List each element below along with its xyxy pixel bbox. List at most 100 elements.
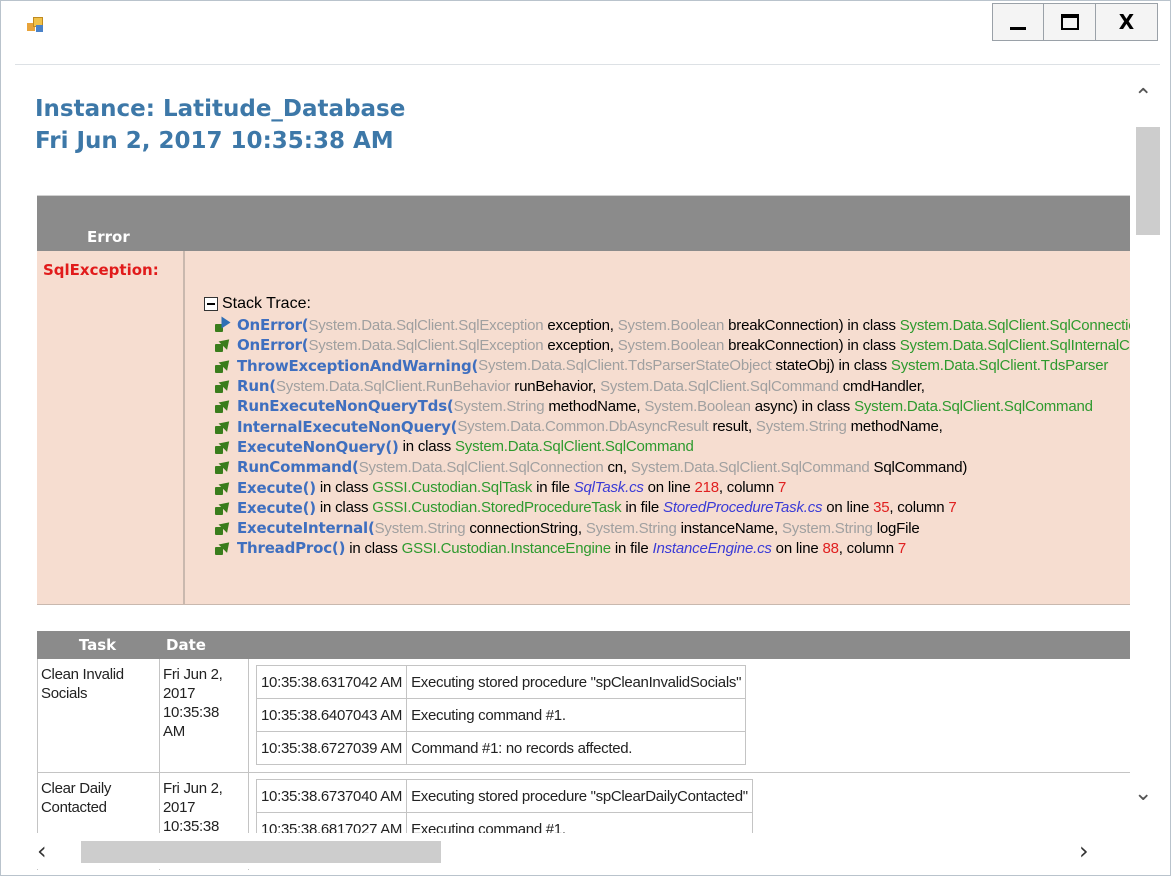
date-column-header: Date	[166, 636, 206, 654]
stack-frame-ty: System.Data.SqlClient.RunBehavior	[275, 377, 515, 395]
stack-frame-list: OnError(System.Data.SqlClient.SqlExcepti…	[202, 315, 1132, 559]
stack-frame[interactable]: ExecuteInternal(System.String connection…	[202, 518, 1132, 538]
stack-frame-tx: result,	[712, 418, 756, 436]
stack-frame-ty: System.String	[453, 397, 549, 415]
stack-frame-fn: RunExecuteNonQueryTds(	[237, 397, 454, 416]
task-name: Clean Invalid Socials	[41, 666, 124, 702]
log-message: Executing command #1.	[406, 698, 747, 732]
stack-frame-tx: logFile	[876, 519, 920, 537]
error-type: SqlException:	[43, 261, 159, 279]
stack-frame-cls: System.Data.SqlClient.SqlCommand	[854, 397, 1093, 415]
report-view[interactable]: Instance: Latitude_Database Fri Jun 2, 2…	[15, 64, 1160, 870]
stack-frame[interactable]: OnError(System.Data.SqlClient.SqlExcepti…	[202, 335, 1132, 355]
task-table-header: Task Date	[37, 631, 1130, 659]
stack-frame-tx: in class	[398, 438, 455, 456]
task-row: Clean Invalid Socials Fri Jun 2, 2017 10…	[37, 659, 1130, 773]
vertical-scroll-thumb[interactable]	[1136, 127, 1160, 235]
stack-frame-fn: OnError(	[237, 316, 309, 335]
stack-frame-icon	[215, 376, 234, 394]
task-name: Clear Daily Contacted	[41, 780, 112, 816]
stack-frame-num: 88	[822, 539, 839, 557]
stack-frame-num: 218	[694, 479, 719, 497]
stack-frame-tx: runBehavior,	[514, 377, 601, 395]
stack-frame-tx: on line	[822, 499, 874, 517]
stack-frame-icon	[215, 355, 234, 373]
chevron-left-icon[interactable]: ‹	[37, 837, 47, 865]
stack-frame-fn: ThrowExceptionAndWarning(	[237, 356, 479, 375]
chevron-up-icon[interactable]: ⌃	[1134, 85, 1152, 110]
stack-frame-tx: methodName,	[850, 418, 947, 436]
minimize-button[interactable]	[992, 3, 1044, 41]
stack-frame-ty: System.Boolean	[617, 336, 729, 354]
stack-frame-ty: System.String	[374, 519, 470, 537]
horizontal-scrollbar[interactable]: ‹ ›	[15, 833, 1160, 869]
stack-trace: Stack Trace: OnError(System.Data.SqlClie…	[202, 293, 1132, 559]
stack-frame-tx: exception,	[547, 316, 618, 334]
stack-frame[interactable]: OnError(System.Data.SqlClient.SqlExcepti…	[202, 315, 1132, 335]
window-controls: X	[992, 3, 1158, 41]
stack-frame-tx: exception,	[547, 336, 618, 354]
stack-frame-tx: in class	[315, 479, 373, 497]
stack-trace-toggle[interactable]: Stack Trace:	[202, 293, 1132, 315]
instance-timestamp: Fri Jun 2, 2017 10:35:38 AM	[35, 128, 394, 154]
stack-frame-tx: on line	[771, 539, 823, 557]
stack-frame-num: 7	[897, 539, 906, 557]
stack-frame-fn: Execute()	[237, 478, 316, 497]
stack-frame[interactable]: Execute() in class GSSI.Custodian.Stored…	[202, 497, 1132, 518]
stack-frame[interactable]: RunCommand(System.Data.SqlClient.SqlConn…	[202, 457, 1132, 477]
stack-frame-icon	[215, 436, 234, 454]
horizontal-scroll-thumb[interactable]	[81, 841, 441, 863]
stack-frame[interactable]: RunExecuteNonQueryTds(System.String meth…	[202, 396, 1132, 416]
stack-frame-tx: breakConnection) in class	[728, 316, 900, 334]
stack-frame-icon	[215, 538, 234, 556]
stack-frame-ty: System.Boolean	[617, 316, 729, 334]
stack-frame-tx: cmdHandler,	[842, 377, 929, 395]
stack-frame[interactable]: ThrowExceptionAndWarning(System.Data.Sql…	[202, 355, 1132, 376]
error-row: SqlException: Stack Trace: OnError(Syste…	[37, 251, 1132, 605]
stack-frame-ty: System.Data.SqlClient.SqlException	[308, 316, 548, 334]
collapse-minus-icon[interactable]	[204, 297, 218, 311]
stack-frame-cls: System.Data.SqlClient.SqlConnection	[899, 316, 1132, 334]
close-button[interactable]: X	[1096, 3, 1158, 41]
stack-frame-tx: async) in class	[754, 397, 855, 415]
log-entry: 10:35:38.6407043 AM Executing command #1…	[255, 698, 747, 732]
stack-frame-num: 35	[873, 499, 890, 517]
stack-frame-icon	[215, 335, 234, 353]
vertical-scrollbar[interactable]: ⌃ ⌄	[1130, 65, 1160, 870]
stack-frame-tx: connectionString,	[469, 519, 586, 537]
log-entry: 10:35:38.6727039 AM Command #1: no recor…	[255, 731, 747, 765]
chevron-down-icon[interactable]: ⌄	[1134, 781, 1152, 806]
stack-frame-tx: , column	[718, 479, 778, 497]
stack-frame-ty: System.String	[585, 519, 681, 537]
chevron-right-icon[interactable]: ›	[1079, 837, 1089, 865]
stack-frame[interactable]: InternalExecuteNonQuery(System.Data.Comm…	[202, 416, 1132, 436]
title-bar[interactable]: X	[1, 1, 1170, 51]
stack-frame-tx: in class	[315, 499, 373, 517]
stack-frame[interactable]: ExecuteNonQuery() in class System.Data.S…	[202, 436, 1132, 457]
error-column-header: Error	[87, 228, 130, 246]
stack-frame-num: 7	[777, 479, 787, 497]
app-icon	[27, 17, 45, 33]
task-log: 10:35:38.6317042 AM Executing stored pro…	[255, 665, 747, 765]
log-entry: 10:35:38.6317042 AM Executing stored pro…	[255, 665, 747, 699]
stack-frame-icon	[215, 518, 234, 536]
stack-frame-ty: System.Data.SqlClient.SqlCommand	[630, 458, 874, 476]
stack-frame-ty: System.Data.Common.DbAsyncResult	[457, 418, 713, 436]
stack-frame-icon	[215, 416, 234, 434]
error-table: Error SqlException: Stack Trace: OnError…	[37, 195, 1132, 605]
stack-frame[interactable]: Execute() in class GSSI.Custodian.SqlTas…	[202, 477, 1132, 497]
stack-frame-file[interactable]: SqlTask.cs	[574, 479, 644, 496]
stack-frame-file[interactable]: StoredProcedureTask.cs	[663, 499, 822, 516]
stack-frame-ty: System.String	[755, 418, 851, 436]
stack-frame[interactable]: ThreadProc() in class GSSI.Custodian.Ins…	[202, 538, 1132, 558]
stack-frame-icon	[215, 457, 234, 475]
stack-frame-cls: GSSI.Custodian.StoredProcedureTask	[372, 499, 622, 517]
stack-frame-cls: System.Data.SqlClient.SqlInternalConnect…	[899, 336, 1132, 354]
stack-frame[interactable]: Run(System.Data.SqlClient.RunBehavior ru…	[202, 376, 1132, 396]
maximize-button[interactable]	[1044, 3, 1096, 41]
stack-frame-file[interactable]: InstanceEngine.cs	[653, 540, 772, 557]
stack-frame-tx: , column	[889, 499, 949, 517]
stack-frame-ty: System.Data.SqlClient.SqlException	[308, 336, 548, 354]
log-message: Executing stored procedure "spClearDaily…	[406, 779, 753, 813]
stack-frame-fn: InternalExecuteNonQuery(	[237, 417, 458, 436]
